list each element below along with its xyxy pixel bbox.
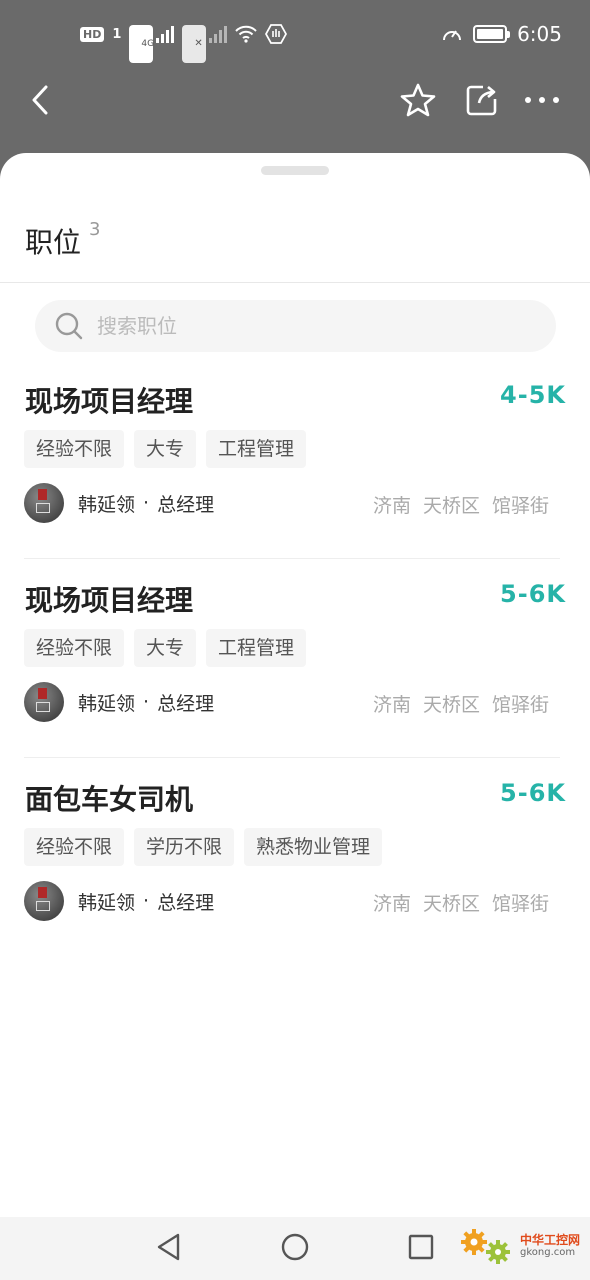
battery-icon [473, 25, 511, 43]
location-city: 济南 [372, 495, 411, 517]
tag-skill: 熟悉物业管理 [244, 828, 383, 866]
tag-education: 学历不限 [134, 828, 235, 866]
back-icon[interactable] [24, 80, 56, 120]
status-bar: HD 1 4G ✕ 6:05 [0, 0, 590, 72]
avatar [24, 483, 64, 523]
recruiter-role: 总经理 [157, 692, 215, 715]
job-tags: 经验不限 学历不限 熟悉物业管理 [24, 828, 383, 866]
location-district: 天桥区 [422, 495, 480, 517]
separator-dot: · [143, 691, 150, 713]
job-salary: 4-5K [500, 381, 566, 409]
jobs-sheet: 职位 3 现场项目经理 4-5K 经验不限 大专 工程管理 韩延领 · 总经理 … [0, 153, 590, 1217]
speedometer-icon [443, 30, 462, 41]
location-city: 济南 [372, 893, 411, 915]
location-city: 济南 [372, 694, 411, 716]
search-input[interactable] [97, 314, 497, 338]
location-district: 天桥区 [422, 893, 480, 915]
watermark-cn: 中华工控网 [519, 1232, 580, 1247]
recruiter-name: 韩延领 [78, 891, 136, 914]
job-title: 现场项目经理 [25, 385, 194, 418]
tag-experience: 经验不限 [24, 430, 125, 468]
job-tags: 经验不限 大专 工程管理 [24, 629, 307, 667]
sim-indicator: 1 [112, 26, 122, 42]
hd-badge: HD [80, 26, 105, 42]
sheet-drag-handle[interactable] [261, 166, 329, 175]
search-icon [55, 312, 83, 340]
avatar [24, 881, 64, 921]
gear-logo-icon [460, 1229, 510, 1264]
job-card[interactable]: 面包车女司机 5-6K 经验不限 学历不限 熟悉物业管理 韩延领 · 总经理 济… [0, 758, 590, 957]
tag-experience: 经验不限 [24, 828, 125, 866]
divider [0, 282, 590, 283]
job-location: 济南 天桥区 馆驿街 [373, 889, 549, 916]
job-tags: 经验不限 大专 工程管理 [24, 430, 307, 468]
watermark: 中华工控网 gkong.com [456, 1222, 580, 1270]
location-street: 馆驿街 [491, 694, 549, 716]
clock: 6:05 [517, 22, 562, 46]
tag-education: 大专 [134, 629, 197, 667]
job-card[interactable]: 现场项目经理 4-5K 经验不限 大专 工程管理 韩延领 · 总经理 济南 天桥… [0, 360, 590, 559]
recruiter: 韩延领 · 总经理 [24, 682, 214, 722]
recruiter: 韩延领 · 总经理 [24, 483, 214, 523]
job-salary: 5-6K [500, 580, 566, 608]
watermark-text: 中华工控网 gkong.com [519, 1232, 580, 1259]
nav-home-icon[interactable] [280, 1231, 310, 1267]
recruiter-role: 总经理 [157, 493, 215, 516]
status-right: 6:05 [441, 22, 562, 46]
location-street: 馆驿街 [491, 495, 549, 517]
recruiter-name: 韩延领 [78, 493, 136, 516]
job-title: 面包车女司机 [25, 783, 194, 816]
status-left: HD 1 4G ✕ [80, 24, 288, 63]
share-icon[interactable] [462, 80, 502, 120]
recruiter-role: 总经理 [157, 891, 215, 914]
nav-recents-icon[interactable] [406, 1231, 436, 1267]
cellular-signal-2-icon: ✕ [182, 25, 228, 63]
network-type: 4G [129, 25, 154, 63]
wifi-icon [235, 25, 258, 43]
section-header: 职位 3 [25, 219, 101, 261]
recruiter-name: 韩延领 [78, 692, 136, 715]
separator-dot: · [143, 492, 150, 514]
search-bar[interactable] [35, 300, 556, 352]
job-card[interactable]: 现场项目经理 5-6K 经验不限 大专 工程管理 韩延领 · 总经理 济南 天桥… [0, 559, 590, 758]
cellular-signal-icon: 4G [129, 25, 175, 63]
job-count: 3 [89, 219, 101, 240]
app-bar [0, 72, 590, 152]
avatar [24, 682, 64, 722]
tag-education: 大专 [134, 430, 197, 468]
hand-gesture-icon [265, 24, 288, 44]
separator-dot: · [143, 890, 150, 912]
tag-skill: 工程管理 [206, 629, 307, 667]
watermark-en: gkong.com [519, 1247, 576, 1259]
location-street: 馆驿街 [491, 893, 549, 915]
job-salary: 5-6K [500, 779, 566, 807]
job-location: 济南 天桥区 馆驿街 [373, 491, 549, 518]
nav-back-icon[interactable] [154, 1231, 184, 1267]
more-icon[interactable] [522, 80, 562, 120]
location-district: 天桥区 [422, 694, 480, 716]
recruiter: 韩延领 · 总经理 [24, 881, 214, 921]
tag-skill: 工程管理 [206, 430, 307, 468]
job-location: 济南 天桥区 馆驿街 [373, 690, 549, 717]
job-title: 现场项目经理 [25, 584, 194, 617]
tag-experience: 经验不限 [24, 629, 125, 667]
star-icon[interactable] [398, 80, 438, 120]
page-title: 职位 [25, 226, 82, 259]
